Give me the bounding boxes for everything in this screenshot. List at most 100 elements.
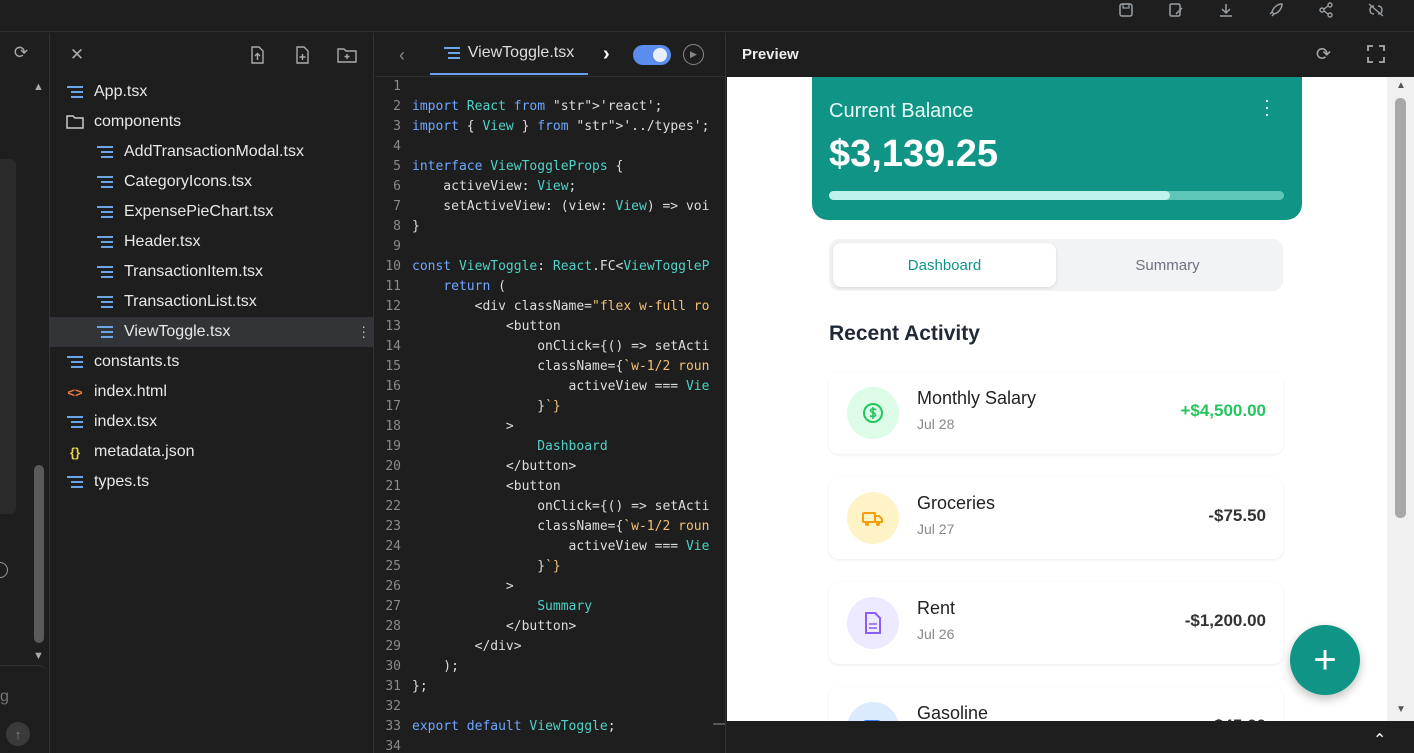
file-name: Header.tsx: [124, 233, 201, 250]
code-line: 21 <button: [375, 477, 726, 497]
activity-amount: -$1,200.00: [1184, 611, 1266, 630]
file-item[interactable]: types.ts: [50, 467, 374, 497]
scroll-down-arrow[interactable]: ▼: [1396, 704, 1406, 715]
preview-panel: Preview ⟳ Current Balance $3,139.25 · · · …: [727, 33, 1414, 753]
chevron-up-icon[interactable]: ⌃: [1373, 730, 1386, 750]
file-item[interactable]: constants.ts: [50, 347, 374, 377]
line-number: 2: [393, 99, 401, 114]
scroll-up-arrow[interactable]: ▲: [1396, 80, 1406, 91]
new-folder-icon[interactable]: [335, 43, 359, 67]
link-off-icon[interactable]: [1365, 0, 1387, 20]
save-icon[interactable]: [1115, 0, 1137, 20]
file-name: AddTransactionModal.tsx: [124, 143, 304, 160]
code-text: </button>: [412, 459, 577, 474]
dollar-icon: [847, 387, 899, 439]
code-text: }: [412, 219, 420, 234]
reload-icon[interactable]: ⟳: [1316, 44, 1331, 65]
activity-item[interactable]: Rent Jul 26 -$1,200.00: [829, 582, 1283, 664]
activity-item[interactable]: Monthly Salary Jul 28 +$4,500.00: [829, 372, 1283, 454]
close-icon[interactable]: ✕: [65, 43, 89, 67]
folder-item[interactable]: components: [50, 107, 374, 137]
balance-label: Current Balance: [829, 100, 974, 122]
code-line: 17 }`}: [375, 397, 726, 417]
code-area[interactable]: 1 2 import React from "str">'react'; 3 impor…: [375, 77, 726, 753]
code-line: 32: [375, 697, 726, 717]
file-name: index.html: [94, 383, 167, 400]
file-item[interactable]: TransactionItem.tsx: [50, 257, 374, 287]
file-item[interactable]: TransactionList.tsx: [50, 287, 374, 317]
add-transaction-button[interactable]: +: [1290, 625, 1360, 695]
code-text: </div>: [412, 639, 522, 654]
refresh-icon[interactable]: ⟳: [10, 42, 32, 64]
rocket-icon[interactable]: [1265, 0, 1287, 20]
share-icon[interactable]: [1315, 0, 1337, 20]
scrollbar-thumb[interactable]: [1395, 98, 1406, 518]
file-item[interactable]: AddTransactionModal.tsx: [50, 137, 374, 167]
code-line: 30 );: [375, 657, 726, 677]
code-line: 24 activeView === Vie: [375, 537, 726, 557]
toggle-switch[interactable]: [633, 45, 671, 65]
line-number: 10: [385, 259, 401, 274]
file-explorer: ✕ App.tsx components AddTransactionModal.t…: [50, 33, 374, 753]
code-line: 28 </button>: [375, 617, 726, 637]
send-icon[interactable]: ↑: [6, 722, 30, 746]
more-vert-icon[interactable]: · · ·: [1264, 91, 1270, 123]
file-item[interactable]: Header.tsx: [50, 227, 374, 257]
line-number: 14: [385, 339, 401, 354]
code-line: 12 <div className="flex w-full ro: [375, 297, 726, 317]
code-text: }`}: [412, 399, 561, 414]
line-number: 29: [385, 639, 401, 654]
file-item[interactable]: App.tsx: [50, 77, 374, 107]
line-number: 33: [385, 719, 401, 734]
prompt-input-fragment[interactable]: g ↑: [0, 665, 48, 753]
activity-name: Gasoline: [917, 703, 989, 721]
line-number: 16: [385, 379, 401, 394]
file-lines-icon: [95, 146, 115, 158]
truck-icon: [847, 492, 899, 544]
activity-name: Rent: [917, 598, 956, 618]
preview-scrollbar[interactable]: ▲ ▼: [1387, 77, 1414, 721]
tab-viewtoggle[interactable]: ViewToggle.tsx: [430, 33, 588, 75]
code-line: 14 onClick={() => setActi: [375, 337, 726, 357]
download-icon[interactable]: [1215, 0, 1237, 20]
scroll-down-arrow[interactable]: ▼: [33, 650, 45, 662]
more-vert-icon[interactable]: · · ·: [361, 319, 366, 343]
file-name: index.tsx: [94, 413, 158, 430]
tab-summary[interactable]: Summary: [1056, 243, 1279, 287]
edit-note-icon[interactable]: [1165, 0, 1187, 20]
fullscreen-icon[interactable]: [1367, 45, 1385, 63]
chevron-left-icon[interactable]: ‹: [399, 45, 405, 66]
chevron-right-icon[interactable]: ›: [603, 43, 610, 66]
file-item[interactable]: {} metadata.json: [50, 437, 374, 467]
file-lines-icon: [65, 356, 85, 368]
file-lines-icon: [65, 476, 85, 488]
line-number: 32: [385, 699, 401, 714]
line-number: 7: [393, 199, 401, 214]
activity-date: Jul 27: [917, 521, 955, 537]
play-icon[interactable]: ▶: [683, 44, 704, 65]
file-lines-icon: [95, 326, 115, 338]
scrollbar-thumb[interactable]: [34, 465, 44, 643]
tab-dashboard[interactable]: Dashboard: [833, 243, 1056, 287]
file-item[interactable]: index.tsx: [50, 407, 374, 437]
new-file-icon[interactable]: [290, 43, 314, 67]
scroll-up-arrow[interactable]: ▲: [33, 81, 45, 93]
file-name: ExpensePieChart.tsx: [124, 203, 274, 220]
code-text: import React from "str">'react';: [412, 99, 663, 114]
file-lines-icon: [443, 47, 460, 59]
activity-item[interactable]: Groceries Jul 27 -$75.50: [829, 477, 1283, 559]
line-number: 3: [393, 119, 401, 134]
code-line: 8}: [375, 217, 726, 237]
balance-progress-fill: [829, 191, 1171, 200]
file-name: ViewToggle.tsx: [124, 323, 231, 340]
file-item[interactable]: CategoryIcons.tsx: [50, 167, 374, 197]
file-item[interactable]: ViewToggle.tsx · · ·: [50, 317, 374, 347]
file-item[interactable]: ExpensePieChart.tsx: [50, 197, 374, 227]
file-item[interactable]: <> index.html: [50, 377, 374, 407]
upload-file-icon[interactable]: [245, 43, 269, 67]
clock-icon[interactable]: [0, 562, 8, 578]
line-number: 11: [385, 279, 401, 294]
preview-header: Preview ⟳: [727, 33, 1414, 77]
activity-item[interactable]: Gasoline -$45.00: [829, 687, 1283, 721]
line-number: 9: [393, 239, 401, 254]
